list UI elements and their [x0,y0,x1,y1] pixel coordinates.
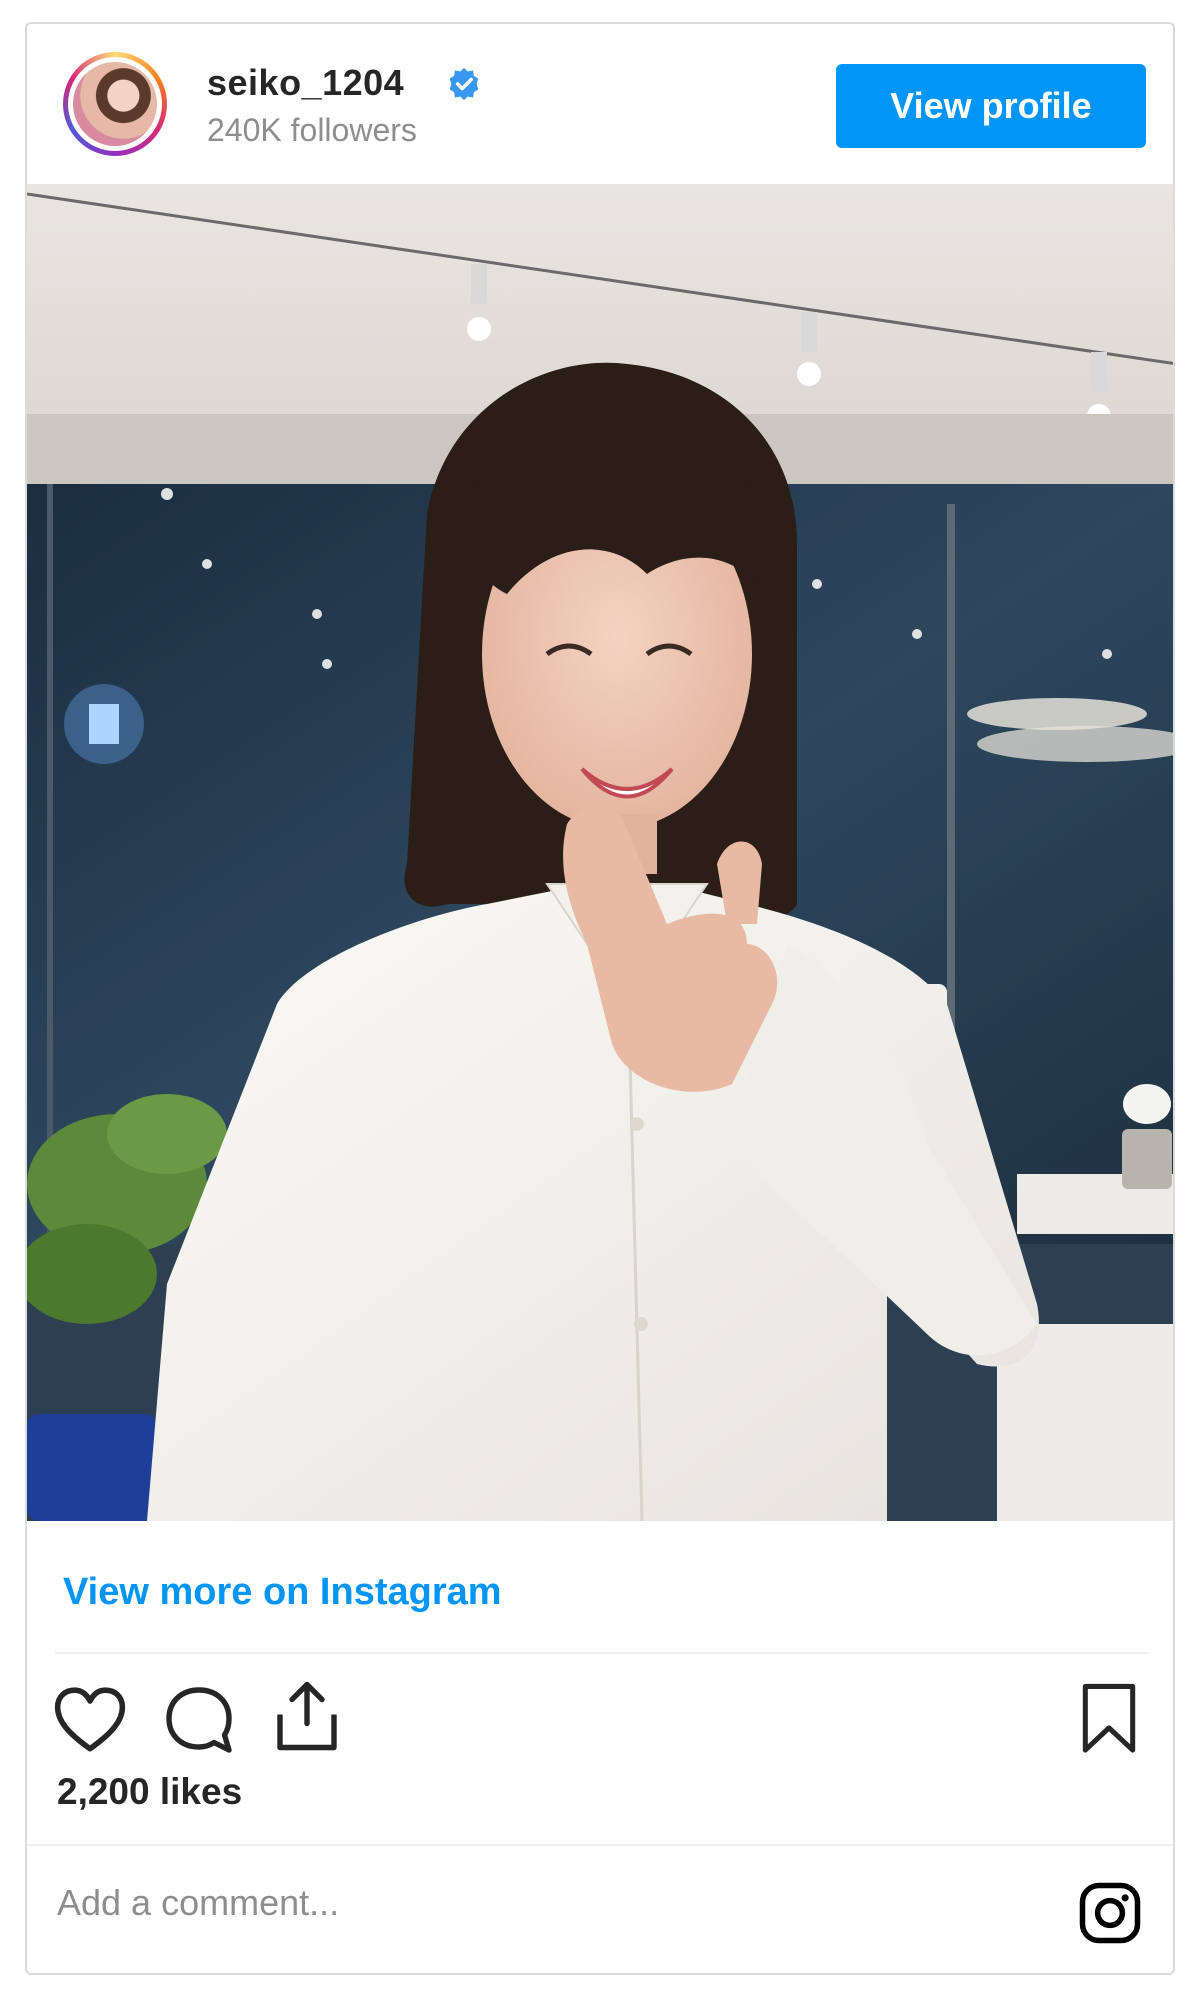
follower-count: 240K followers [207,112,417,148]
view-more-link[interactable]: View more on Instagram [63,1571,502,1614]
username[interactable]: seiko_1204 [207,62,404,104]
avatar[interactable] [63,52,167,156]
likes-count: 2,200 likes [57,1771,243,1812]
divider [27,1844,1173,1846]
post-photo[interactable] [27,184,1173,1521]
comment-icon[interactable] [163,1684,235,1756]
instagram-icon[interactable] [1077,1880,1143,1946]
instagram-embed-card: seiko_1204 240K followers View profile V… [25,22,1175,1975]
view-profile-button[interactable]: View profile [836,64,1146,148]
share-icon[interactable] [271,1678,343,1754]
comment-input[interactable]: Add a comment... [57,1882,339,1924]
heart-icon[interactable] [53,1684,127,1758]
divider [55,1652,1149,1654]
bookmark-icon[interactable] [1079,1682,1139,1756]
avatar-image [73,62,157,146]
verified-badge-icon [449,67,479,101]
